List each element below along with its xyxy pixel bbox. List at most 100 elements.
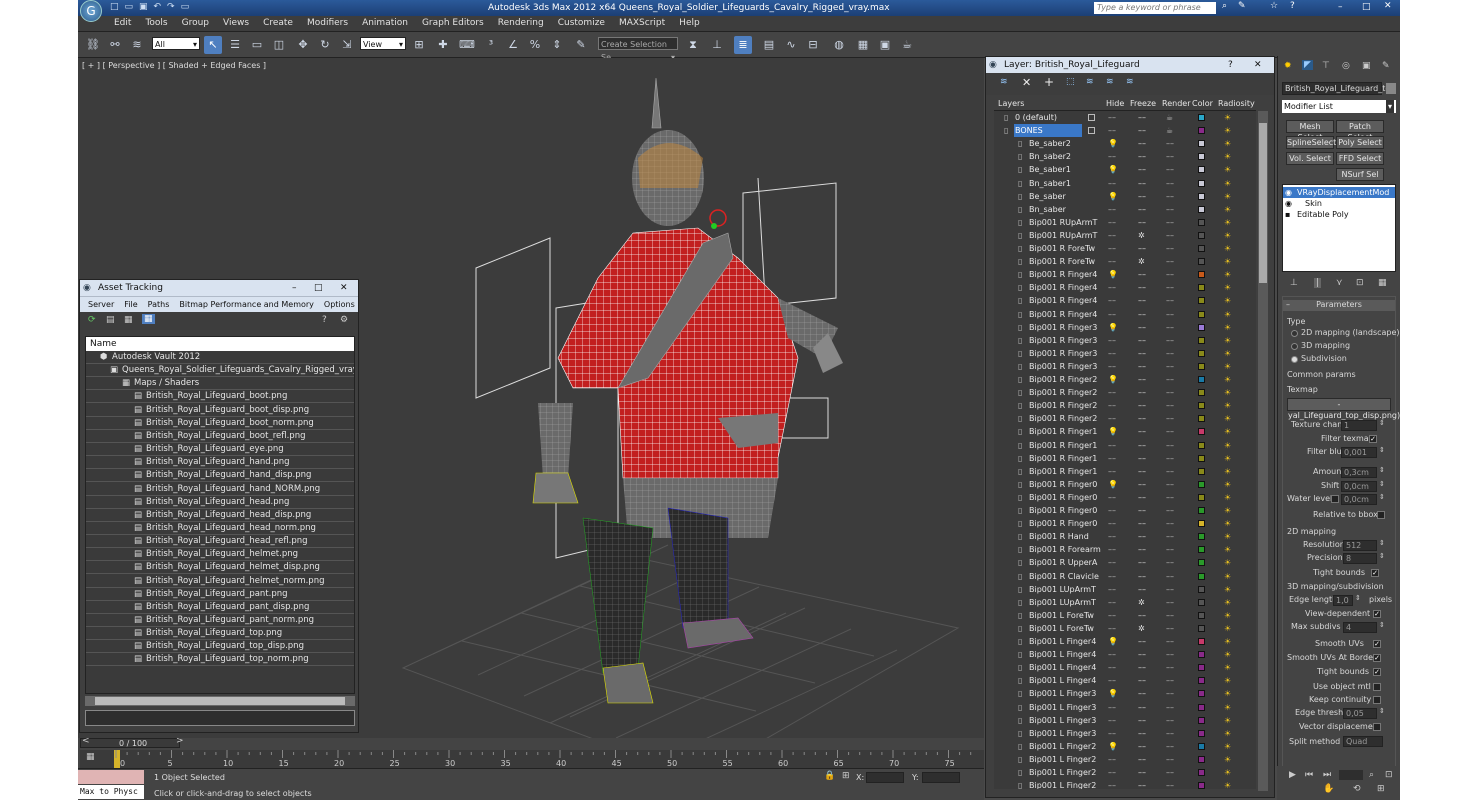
render-teapot-icon[interactable]: ☕ [1166, 111, 1173, 124]
scale-icon[interactable]: ⇲ [338, 36, 356, 54]
split-method-dropdown[interactable]: Quad [1343, 736, 1383, 747]
freeze-toggle[interactable]: –– [1138, 517, 1146, 530]
render-toggle[interactable]: –– [1166, 714, 1174, 727]
stack-item[interactable]: ◉ Skin [1283, 198, 1395, 209]
radiosity-icon[interactable]: ☀ [1224, 714, 1231, 727]
asset-path-field[interactable] [85, 710, 355, 726]
percent-snap-icon[interactable]: % [526, 36, 544, 54]
radiosity-icon[interactable]: ☀ [1224, 229, 1231, 242]
render-toggle[interactable]: –– [1166, 543, 1174, 556]
list-item[interactable]: ▣ Queens_Royal_Soldier_Lifeguards_Cavalry… [86, 364, 354, 378]
layer-row[interactable]: ▯ Bip001 LUpArmT –– ✲ –– ☀ [994, 596, 1256, 609]
freeze-toggle[interactable]: –– [1138, 294, 1146, 307]
render-toggle[interactable]: –– [1166, 308, 1174, 321]
freeze-toggle[interactable]: –– [1138, 386, 1146, 399]
render-toggle[interactable]: –– [1166, 779, 1174, 789]
layer-row[interactable]: ▯ Bip001 R Finger1 –– –– –– ☀ [994, 452, 1256, 465]
help-icon[interactable]: ? [1290, 1, 1295, 11]
spinner-snap-icon[interactable]: ⇕ [548, 36, 566, 54]
layer-color-swatch[interactable] [1198, 493, 1205, 501]
display-tab-icon[interactable]: ▣ [1362, 61, 1371, 71]
layer-row[interactable]: ▯ Bip001 L Finger3 –– –– –– ☀ [994, 727, 1256, 740]
play-icon[interactable]: ▶ [1289, 770, 1296, 780]
hide-toggle[interactable]: –– [1108, 255, 1116, 268]
layer-row[interactable]: ▯ Bip001 RUpArmT –– ✲ –– ☀ [994, 229, 1256, 242]
modify-tab-icon[interactable]: ◤ [1302, 60, 1313, 70]
layer-row[interactable]: ▯ Bip001 RUpArmT –– –– –– ☀ [994, 216, 1256, 229]
render-toggle[interactable]: –– [1166, 635, 1174, 648]
unlink-icon[interactable]: ⚯ [106, 36, 124, 54]
list-item[interactable]: ▤ British_Royal_Lifeguard_hand_NORM.png [86, 483, 354, 496]
list-item[interactable]: ▤ British_Royal_Lifeguard_head_disp.png [86, 509, 354, 522]
freeze-toggle[interactable]: –– [1138, 687, 1146, 700]
list-item[interactable]: ▤ British_Royal_Lifeguard_pant_disp.png [86, 601, 354, 614]
layer-row[interactable]: ▯ Bip001 R Finger1 💡 –– –– ☀ [994, 425, 1256, 438]
layer-row[interactable]: ▯ Bn_saber2 –– –– –– ☀ [994, 150, 1256, 163]
hide-toggle[interactable]: –– [1108, 412, 1116, 425]
radiosity-icon[interactable]: ☀ [1224, 674, 1231, 687]
water-level-checkbox[interactable] [1331, 495, 1339, 503]
hide-toggle[interactable]: –– [1108, 517, 1116, 530]
layer-color-swatch[interactable] [1198, 179, 1205, 187]
radiosity-icon[interactable]: ☀ [1224, 491, 1231, 504]
utilities-tab-icon[interactable]: ✎ [1382, 61, 1390, 71]
close-button[interactable]: ✕ [340, 280, 348, 296]
layer-color-swatch[interactable] [1198, 533, 1205, 541]
smooth-uvs-checkbox[interactable]: ✓ [1373, 640, 1381, 648]
hide-toggle[interactable]: –– [1108, 701, 1116, 714]
render-toggle[interactable]: –– [1166, 137, 1174, 150]
layer-row[interactable]: ▯ Be_saber 💡 –– –– ☀ [994, 190, 1256, 203]
hide-toggle[interactable]: –– [1108, 150, 1116, 163]
spinner-icon[interactable]: ⇕ [1379, 621, 1385, 629]
menu-animation[interactable]: Animation [362, 18, 408, 30]
orbit-icon[interactable]: ⟲ [1353, 784, 1361, 794]
radiosity-icon[interactable]: ☀ [1224, 412, 1231, 425]
pin-stack-icon[interactable]: ⊥ [1290, 278, 1298, 288]
layer-color-swatch[interactable] [1198, 638, 1205, 645]
lock-icon[interactable]: 🔒 [824, 771, 835, 781]
angle-snap-icon[interactable]: ∠ [504, 36, 522, 54]
help-button[interactable]: ? [1228, 57, 1233, 73]
render-toggle[interactable]: –– [1166, 216, 1174, 229]
freeze-toggle[interactable]: –– [1138, 530, 1146, 543]
layer-color-swatch[interactable] [1198, 480, 1205, 488]
freeze-toggle[interactable]: –– [1138, 373, 1146, 386]
menu-create[interactable]: Create [263, 18, 293, 30]
layer-color-swatch[interactable] [1198, 205, 1205, 213]
spinner-icon[interactable]: ⇕ [1379, 493, 1385, 501]
render-toggle[interactable]: –– [1166, 203, 1174, 216]
layer-row[interactable]: ▯ Bip001 LUpArmT –– –– –– ☀ [994, 583, 1256, 596]
layer-color-swatch[interactable] [1198, 245, 1205, 252]
list-item[interactable]: ⬢ Autodesk Vault 2012 [86, 351, 354, 364]
layer-row[interactable]: ▯ Bip001 R Finger3 –– –– –– ☀ [994, 347, 1256, 360]
hide-toggle[interactable]: –– [1108, 766, 1116, 779]
render-toggle[interactable]: –– [1166, 399, 1174, 412]
render-toggle[interactable]: –– [1166, 596, 1174, 609]
texture-chan-field[interactable]: 1 [1341, 420, 1377, 431]
hide-toggle[interactable]: –– [1108, 779, 1116, 789]
precision-field[interactable]: 8 [1343, 553, 1377, 564]
radiosity-icon[interactable]: ☀ [1224, 648, 1231, 661]
freeze-toggle[interactable]: –– [1138, 661, 1146, 674]
tools-icon[interactable]: ✎ [1238, 1, 1246, 11]
freeze-all-icon[interactable]: ≋ [1126, 77, 1134, 87]
hide-toggle[interactable]: –– [1108, 386, 1116, 399]
render-toggle[interactable]: –– [1166, 294, 1174, 307]
render-toggle[interactable]: –– [1166, 517, 1174, 530]
absolute-mode-icon[interactable]: ⊞ [842, 771, 850, 781]
freeze-toggle[interactable]: –– [1138, 163, 1146, 176]
freeze-toggle[interactable]: –– [1138, 150, 1146, 163]
radiosity-icon[interactable]: ☀ [1224, 635, 1231, 648]
menu-edit[interactable]: Edit [114, 18, 131, 30]
light-icon[interactable]: 💡 [1108, 478, 1118, 491]
render-toggle[interactable]: –– [1166, 347, 1174, 360]
snap-icon[interactable]: ³ [482, 36, 500, 54]
link-icon[interactable]: ⛓ [84, 36, 102, 54]
edge-thresh-field[interactable]: 0,05 [1343, 708, 1377, 719]
modset-vol-select[interactable]: Vol. Select [1286, 152, 1334, 165]
render-toggle[interactable]: –– [1166, 609, 1174, 622]
hide-toggle[interactable]: –– [1108, 242, 1116, 255]
binoculars-icon[interactable]: ⌕ [1222, 1, 1227, 11]
new-layer-icon[interactable]: ≋ [1000, 77, 1008, 87]
radiosity-icon[interactable]: ☀ [1224, 596, 1231, 609]
